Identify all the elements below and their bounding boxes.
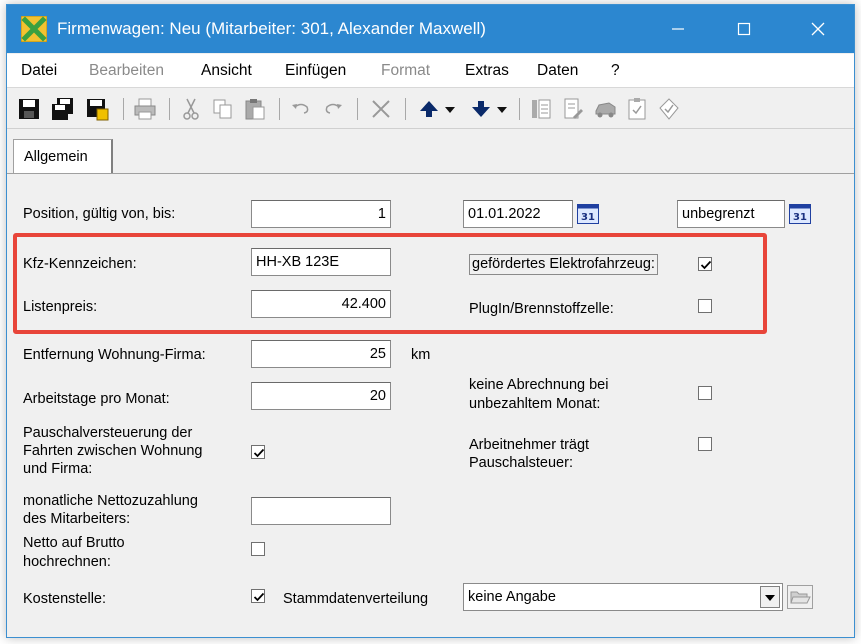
minimize-button[interactable] [647, 5, 709, 53]
plugin-label: PlugIn/Brennstoffzelle: [469, 301, 614, 317]
plugin-checkbox[interactable] [698, 299, 712, 313]
toolbar-separator [123, 98, 124, 120]
window-title: Firmenwagen: Neu (Mitarbeiter: 301, Alex… [57, 19, 486, 38]
electric-label: gefördertes Elektrofahrzeug: [469, 254, 658, 275]
valid-to-input[interactable]: unbegrenzt [677, 200, 785, 228]
distribution-select[interactable]: keine Angabe [463, 583, 783, 611]
no-billing-label-line1: keine Abrechnung bei [469, 377, 609, 393]
tab-allgemein[interactable]: Allgemein [13, 139, 113, 173]
calendar-day-text: 31 [581, 212, 595, 223]
gross-up-label-line1: Netto auf Brutto [23, 535, 125, 551]
maximize-icon [737, 22, 751, 36]
checkmark-icon [253, 592, 265, 602]
flat-tax-label-line2: Fahrten zwischen Wohnung [23, 443, 203, 459]
save-close-icon[interactable] [51, 97, 75, 121]
save-icon[interactable] [17, 97, 41, 121]
document-edit-icon[interactable] [561, 97, 585, 121]
vehicle-icon[interactable] [593, 97, 617, 121]
chevron-down-icon[interactable] [443, 97, 457, 121]
close-button[interactable] [787, 5, 849, 53]
net-payment-label-line1: monatliche Nettozuzahlung [23, 493, 198, 509]
plate-label: Kfz-Kennzeichen: [23, 256, 137, 272]
workdays-input[interactable]: 20 [251, 382, 391, 410]
chevron-down-icon[interactable] [495, 97, 509, 121]
plate-input[interactable]: HH-XB 123E [251, 248, 391, 276]
document-icon[interactable] [529, 97, 553, 121]
title-bar[interactable]: Firmenwagen: Neu (Mitarbeiter: 301, Alex… [7, 5, 854, 53]
net-payment-input[interactable] [251, 497, 391, 525]
print-icon[interactable] [133, 97, 157, 121]
employee-tax-checkbox[interactable] [698, 437, 712, 451]
list-price-label: Listenpreis: [23, 299, 98, 315]
distribution-selected-value: keine Angabe [468, 589, 556, 605]
redo-icon[interactable] [321, 97, 345, 121]
toolbar-separator [357, 98, 358, 120]
employee-tax-label-line2: Pauschalsteuer: [469, 455, 573, 471]
cost-center-label: Kostenstelle: [23, 591, 107, 607]
flat-tax-label-line1: Pauschalversteuerung der [23, 425, 193, 441]
checklist-icon[interactable] [625, 97, 649, 121]
list-price-input[interactable]: 42.400 [251, 290, 391, 318]
menu-ansicht[interactable]: Ansicht [201, 54, 252, 88]
net-payment-label-line2: des Mitarbeiters: [23, 511, 131, 527]
gross-up-label-line2: hochrechnen: [23, 554, 111, 570]
employee-tax-label-line1: Arbeitnehmer trägt [469, 437, 590, 453]
toolbar-separator [169, 98, 170, 120]
flat-tax-checkbox[interactable] [251, 445, 265, 459]
copy-icon[interactable] [211, 97, 235, 121]
move-down-icon[interactable] [469, 97, 493, 121]
menu-datei[interactable]: Datei [21, 54, 57, 88]
calendar-day-text: 31 [793, 212, 807, 223]
calendar-to-icon[interactable]: 31 [789, 204, 811, 224]
distance-unit: km [411, 347, 431, 363]
menu-einfuegen[interactable]: Einfügen [285, 54, 346, 88]
cut-icon[interactable] [179, 97, 203, 121]
toolbar-separator [279, 98, 280, 120]
menu-bar: Datei Bearbeiten Ansicht Einfügen Format… [7, 54, 854, 88]
menu-bearbeiten[interactable]: Bearbeiten [89, 54, 164, 88]
cost-center-checkbox[interactable] [251, 589, 265, 603]
approve-icon[interactable] [657, 97, 681, 121]
checkmark-icon [253, 448, 265, 458]
distribution-label: Stammdatenverteilung [283, 591, 429, 607]
move-up-icon[interactable] [417, 97, 441, 121]
save-new-icon[interactable] [85, 97, 109, 121]
company-car-dialog: Firmenwagen: Neu (Mitarbeiter: 301, Alex… [6, 4, 855, 638]
toolbar-separator [519, 98, 520, 120]
maximize-button[interactable] [713, 5, 775, 53]
menu-format[interactable]: Format [381, 54, 430, 88]
gross-up-checkbox[interactable] [251, 542, 265, 556]
toolbar [7, 89, 854, 129]
flat-tax-label-line3: und Firma: [23, 461, 93, 477]
undo-icon[interactable] [289, 97, 313, 121]
paste-icon[interactable] [243, 97, 267, 121]
close-icon [811, 22, 825, 36]
delete-icon[interactable] [369, 97, 393, 121]
dropdown-button[interactable] [760, 586, 780, 608]
toolbar-separator [405, 98, 406, 120]
valid-from-input[interactable]: 01.01.2022 [463, 200, 573, 228]
checkmark-icon [700, 260, 712, 270]
menu-extras[interactable]: Extras [465, 54, 509, 88]
electric-checkbox[interactable] [698, 257, 712, 271]
tab-divider [7, 173, 854, 174]
no-billing-label-line2: unbezahltem Monat: [469, 396, 601, 412]
folder-open-icon[interactable] [787, 585, 813, 609]
no-billing-checkbox[interactable] [698, 386, 712, 400]
calendar-from-icon[interactable]: 31 [577, 204, 599, 224]
position-input[interactable]: 1 [251, 200, 391, 228]
distance-label: Entfernung Wohnung-Firma: [23, 347, 206, 363]
menu-daten[interactable]: Daten [537, 54, 578, 88]
position-label: Position, gültig von, bis: [23, 206, 176, 222]
chevron-down-icon [765, 595, 775, 601]
minimize-icon [672, 28, 684, 30]
app-x-icon [21, 16, 47, 42]
menu-help[interactable]: ? [611, 54, 620, 88]
distance-input[interactable]: 25 [251, 340, 391, 368]
workdays-label: Arbeitstage pro Monat: [23, 391, 170, 407]
